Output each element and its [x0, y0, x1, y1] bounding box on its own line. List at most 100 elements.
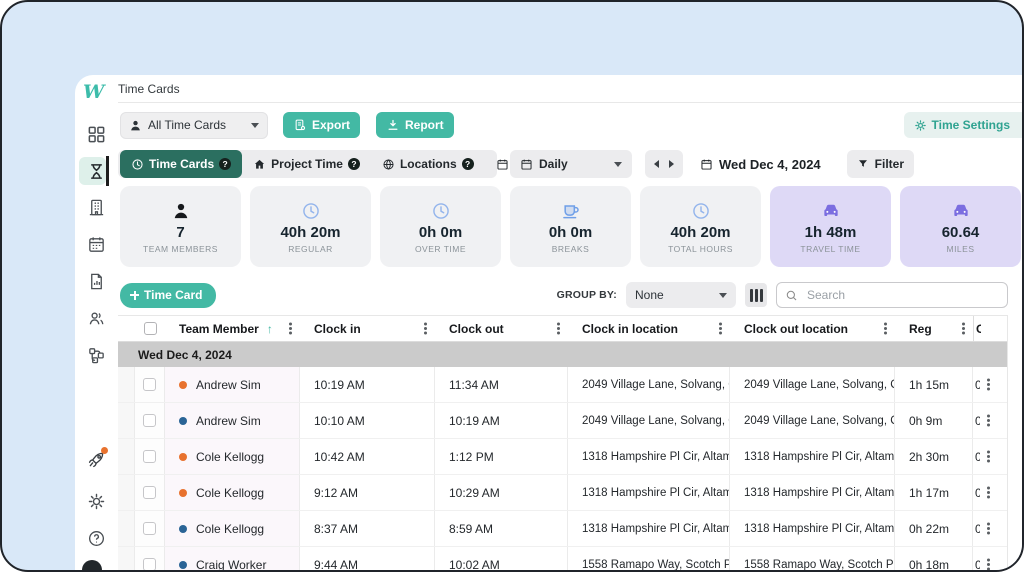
column-menu-kebab[interactable] — [719, 327, 722, 330]
tab-label: Project Time — [271, 157, 343, 171]
help-icon[interactable] — [87, 529, 106, 548]
company-building-icon[interactable] — [87, 198, 106, 217]
col-clock-out[interactable]: Clock out — [435, 316, 568, 341]
stat-value: 40h 20m — [280, 224, 341, 241]
plus-icon — [130, 290, 139, 300]
calendar-icon — [497, 159, 508, 170]
workflow-icon[interactable] — [87, 346, 106, 365]
clock-in-cell: 10:19 AM — [300, 367, 435, 402]
clock-out-cell: 11:34 AM — [435, 367, 568, 402]
team-member-name: Andrew Sim — [196, 377, 261, 392]
row-menu-kebab[interactable] — [987, 419, 990, 422]
tab-project-time[interactable]: Project Time — [242, 150, 371, 178]
col-clock-out-location[interactable]: Clock out location — [730, 316, 895, 341]
status-dot — [179, 560, 187, 569]
car-icon — [951, 201, 971, 221]
row-menu-kebab[interactable] — [987, 383, 990, 386]
stat-card-miles: 60.64 MILES — [900, 186, 1021, 267]
column-menu-kebab[interactable] — [962, 327, 965, 330]
row-menu-kebab[interactable] — [987, 491, 990, 494]
stat-value: 0h 0m — [418, 224, 463, 241]
group-by-value: None — [635, 288, 664, 302]
table-row[interactable]: Cole Kellogg 9:12 AM 10:29 AM 1318 Hamps… — [118, 475, 1007, 511]
column-menu-kebab[interactable] — [557, 327, 560, 330]
stat-label: REGULAR — [288, 244, 333, 254]
clipped-cell: 0 — [975, 522, 980, 536]
calendar-icon — [520, 158, 533, 171]
row-checkbox[interactable] — [143, 450, 156, 463]
group-by-select[interactable]: None — [626, 282, 736, 308]
clock-out-location-cell: 1318 Hampshire Pl Cir, Altamo... — [730, 511, 895, 546]
tab-time-cards[interactable]: Time Cards — [120, 150, 243, 178]
date-display[interactable]: Wed Dec 4, 2024 — [700, 157, 821, 172]
stat-label: TOTAL HOURS — [668, 244, 733, 254]
schedule-calendar-icon[interactable] — [87, 235, 106, 254]
active-nav-bar — [106, 156, 109, 186]
stat-label: BREAKS — [551, 244, 590, 254]
filter-label: Filter — [874, 157, 904, 171]
column-menu-kebab[interactable] — [424, 327, 427, 330]
row-menu-kebab[interactable] — [987, 455, 990, 458]
col-clock-in[interactable]: Clock in — [300, 316, 435, 341]
export-button[interactable]: Export — [283, 112, 361, 138]
team-users-icon[interactable] — [87, 309, 106, 328]
table-row[interactable]: Cole Kellogg 10:42 AM 1:12 PM 1318 Hamps… — [118, 439, 1007, 475]
add-time-card-button[interactable]: Time Card — [120, 282, 217, 308]
user-avatar[interactable] — [82, 560, 102, 570]
clock-in-location-cell: 1318 Hampshire Pl Cir, Altamo... — [568, 511, 730, 546]
clock-icon — [132, 158, 143, 170]
app-logo: W — [83, 81, 105, 103]
col-clock-in-location[interactable]: Clock in location — [568, 316, 730, 341]
notification-dot — [101, 447, 108, 454]
clock-icon — [301, 201, 321, 221]
next-day-arrow-icon[interactable] — [669, 160, 674, 168]
table-row[interactable]: Andrew Sim 10:10 AM 10:19 AM 2049 Villag… — [118, 403, 1007, 439]
settings-gear-icon[interactable] — [87, 492, 106, 511]
filter-button[interactable]: Filter — [846, 150, 914, 178]
tab-locations[interactable]: Locations — [371, 150, 485, 178]
row-checkbox[interactable] — [143, 414, 156, 427]
column-menu-kebab[interactable] — [289, 327, 292, 330]
row-checkbox[interactable] — [143, 486, 156, 499]
column-menu-kebab[interactable] — [884, 327, 887, 330]
help-badge-icon[interactable] — [461, 158, 474, 170]
page-title: Time Cards — [118, 81, 180, 96]
stat-value: 7 — [176, 224, 185, 241]
row-menu-kebab[interactable] — [987, 527, 990, 530]
search-input[interactable] — [805, 287, 999, 303]
select-all-checkbox[interactable] — [143, 322, 157, 335]
reports-document-icon[interactable] — [87, 272, 106, 291]
stat-label: MILES — [946, 244, 975, 254]
col-team-member[interactable]: Team Member ↑ — [165, 316, 300, 341]
status-dot — [179, 524, 187, 533]
row-checkbox[interactable] — [143, 378, 156, 391]
clock-out-location-cell: 1318 Hampshire Pl Cir, Altamo... — [730, 475, 895, 510]
row-checkbox[interactable] — [143, 558, 156, 570]
clock-in-cell: 10:10 AM — [300, 403, 435, 438]
time-settings-button[interactable]: Time Settings — [903, 112, 1022, 138]
clock-in-cell: 10:42 AM — [300, 439, 435, 474]
row-checkbox[interactable] — [143, 522, 156, 535]
col-reg[interactable]: Reg — [895, 316, 973, 341]
time-cards-table: Team Member ↑ Clock in Clock out Clock in… — [118, 315, 1008, 570]
help-badge-icon[interactable] — [219, 158, 232, 170]
report-button[interactable]: Report — [376, 112, 454, 138]
col-clipped[interactable]: O — [973, 316, 1008, 341]
prev-day-arrow-icon[interactable] — [654, 160, 659, 168]
columns-button[interactable] — [745, 283, 767, 307]
row-menu-kebab[interactable] — [987, 563, 990, 566]
table-row[interactable]: Andrew Sim 10:19 AM 11:34 AM 2049 Villag… — [118, 367, 1007, 403]
table-row[interactable]: Cole Kellogg 8:37 AM 8:59 AM 1318 Hampsh… — [118, 511, 1007, 547]
chevron-down-icon — [719, 292, 727, 298]
time-cards-hourglass-icon[interactable] — [87, 162, 106, 181]
clock-out-location-cell: 2049 Village Lane, Solvang, CA,... — [730, 403, 895, 438]
help-badge-icon[interactable] — [347, 158, 360, 170]
view-period-select[interactable]: Daily — [510, 150, 632, 178]
dashboard-grid-icon[interactable] — [87, 125, 106, 144]
sort-asc-icon[interactable]: ↑ — [267, 322, 273, 336]
scope-select[interactable]: All Time Cards — [120, 111, 268, 139]
reg-cell: 0h 22m — [895, 511, 973, 546]
clock-out-cell: 8:59 AM — [435, 511, 568, 546]
table-row[interactable]: Craig Worker 9:44 AM 10:02 AM 1558 Ramap… — [118, 547, 1007, 570]
stats-row: 7 TEAM MEMBERS 40h 20m REGULAR 0h 0m OVE… — [120, 186, 1021, 267]
